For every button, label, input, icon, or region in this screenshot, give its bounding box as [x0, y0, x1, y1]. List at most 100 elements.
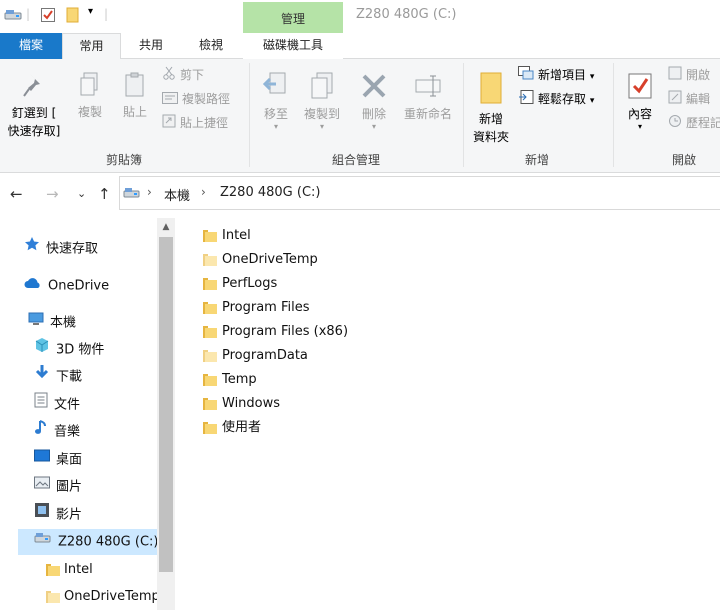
list-item[interactable]: Temp	[195, 368, 715, 392]
drive-icon	[123, 186, 141, 203]
paste-button[interactable]: 貼上	[116, 71, 154, 121]
qa-separator: |	[26, 7, 31, 21]
folder-icon	[46, 563, 60, 576]
breadcrumb-separator-icon[interactable]: ›	[147, 185, 152, 199]
copy-to-button[interactable]: 複製到 ▾	[300, 71, 344, 131]
download-icon	[34, 364, 50, 390]
picture-icon	[34, 474, 50, 500]
pin-quick-access-button[interactable]: 釘選到 [ 快速存取]	[2, 71, 66, 140]
properties-check-icon[interactable]	[40, 7, 56, 26]
desktop-icon	[34, 447, 50, 473]
folder-icon	[46, 590, 60, 603]
move-to-icon	[261, 72, 291, 104]
window-title: Z280 480G (C:)	[356, 7, 457, 22]
list-item[interactable]: Windows	[195, 392, 715, 416]
edit-button[interactable]: 編輯	[668, 89, 710, 109]
address-bar[interactable]: › 本機 › Z280 480G (C:)	[119, 176, 720, 210]
folder-icon	[203, 278, 217, 290]
copy-icon	[78, 72, 102, 102]
folder-icon	[203, 302, 217, 314]
file-list: Intel OneDriveTemp PerfLogs Program File…	[195, 224, 715, 440]
group-label-open: 開啟	[671, 153, 696, 167]
forward-arrow-icon[interactable]: →	[46, 185, 59, 203]
rename-button[interactable]: 重新命名	[398, 71, 458, 123]
star-icon	[24, 236, 40, 262]
music-icon	[34, 419, 48, 445]
breadcrumb-separator-icon[interactable]: ›	[201, 185, 206, 199]
scroll-up-arrow-icon[interactable]: ▲	[157, 218, 175, 236]
open-button[interactable]: 開啟	[668, 65, 710, 85]
list-item[interactable]: 使用者	[195, 416, 715, 440]
customize-dropdown-icon[interactable]: ▾	[88, 6, 93, 17]
drive-icon	[34, 529, 52, 555]
nav-item-onedrive[interactable]: OneDrive	[24, 273, 109, 299]
computer-icon	[28, 310, 44, 336]
clipboard-icon	[123, 72, 147, 102]
properties-large-icon	[626, 73, 654, 104]
document-icon	[34, 392, 48, 418]
history-icon	[668, 114, 682, 134]
tab-drive-tools[interactable]: 磁碟機工具	[243, 33, 343, 59]
back-arrow-icon[interactable]: ←	[10, 185, 23, 203]
tab-file[interactable]: 檔案	[0, 33, 62, 59]
pin-icon	[21, 74, 47, 102]
list-item[interactable]: OneDriveTemp	[195, 248, 715, 272]
nav-item-pictures[interactable]: 圖片	[34, 474, 82, 500]
group-label-clipboard: 剪貼簿	[105, 153, 142, 167]
list-item[interactable]: Intel	[195, 224, 715, 248]
tab-share[interactable]: 共用	[121, 33, 181, 59]
list-item[interactable]: ProgramData	[195, 344, 715, 368]
copy-to-dropdown-icon: ▾	[319, 122, 324, 131]
move-to-button[interactable]: 移至 ▾	[256, 71, 296, 131]
copy-to-icon	[307, 72, 337, 104]
copy-path-button[interactable]: 複製路徑	[162, 89, 230, 109]
list-item[interactable]: Program Files (x86)	[195, 320, 715, 344]
nav-item-downloads[interactable]: 下載	[34, 364, 82, 390]
qa-separator: |	[104, 7, 109, 21]
manage-context-tab: 管理	[243, 2, 343, 33]
nav-item-documents[interactable]: 文件	[34, 392, 80, 418]
properties-dropdown-icon: ▾	[637, 122, 642, 131]
nav-item-desktop[interactable]: 桌面	[34, 447, 82, 473]
new-folder-button[interactable]: 新增 資料夾	[466, 71, 516, 146]
easy-access-button[interactable]: 輕鬆存取 ▾	[518, 89, 594, 109]
navigation-pane: 快速存取 OneDrive 本機 3D 物件 下載 文件 音樂 桌面 圖片 影片…	[0, 218, 175, 610]
group-label-organize: 組合管理	[331, 153, 380, 167]
history-button[interactable]: 歷程記錄	[668, 113, 720, 133]
properties-button[interactable]: 內容 ▾	[618, 71, 662, 131]
cut-button[interactable]: 剪下	[162, 65, 204, 85]
easy-access-dropdown-icon: ▾	[589, 96, 595, 106]
drive-icon[interactable]	[4, 7, 24, 26]
copy-button[interactable]: 複製	[72, 71, 108, 121]
scissors-icon	[162, 66, 176, 86]
new-item-icon	[518, 65, 534, 86]
tab-view[interactable]: 檢視	[181, 33, 241, 59]
new-item-dropdown-icon: ▾	[589, 72, 595, 82]
folder-icon	[203, 230, 217, 242]
paste-shortcut-button[interactable]: 貼上捷徑	[162, 113, 228, 133]
folder-icon	[203, 374, 217, 386]
new-item-button[interactable]: 新增項目 ▾	[518, 65, 594, 85]
nav-item-drive-c[interactable]: Z280 480G (C:)	[18, 529, 158, 555]
nav-item-quick-access[interactable]: 快速存取	[24, 236, 98, 262]
edit-icon	[668, 90, 682, 110]
nav-item-3d-objects[interactable]: 3D 物件	[34, 337, 104, 363]
copy-path-icon	[162, 90, 178, 110]
nav-item-this-pc[interactable]: 本機	[28, 310, 76, 336]
up-arrow-icon[interactable]: ↑	[98, 185, 111, 203]
tab-home[interactable]: 常用	[62, 33, 121, 60]
move-to-dropdown-icon: ▾	[273, 122, 278, 131]
new-folder-icon[interactable]	[66, 7, 80, 26]
list-item[interactable]: Program Files	[195, 296, 715, 320]
nav-item-music[interactable]: 音樂	[34, 419, 80, 445]
breadcrumb-this-pc[interactable]: 本機	[164, 185, 190, 204]
recent-locations-chevron-icon[interactable]: ⌄	[77, 187, 86, 200]
nav-item-onedrivetemp[interactable]: OneDriveTemp	[46, 584, 157, 610]
list-item[interactable]: PerfLogs	[195, 272, 715, 296]
delete-button[interactable]: 刪除 ▾	[356, 71, 392, 131]
folder-icon	[203, 422, 217, 434]
breadcrumb-drive[interactable]: Z280 480G (C:)	[220, 185, 320, 200]
scrollbar-thumb[interactable]	[159, 237, 173, 572]
nav-item-intel[interactable]: Intel	[46, 557, 93, 583]
nav-item-videos[interactable]: 影片	[34, 502, 82, 528]
